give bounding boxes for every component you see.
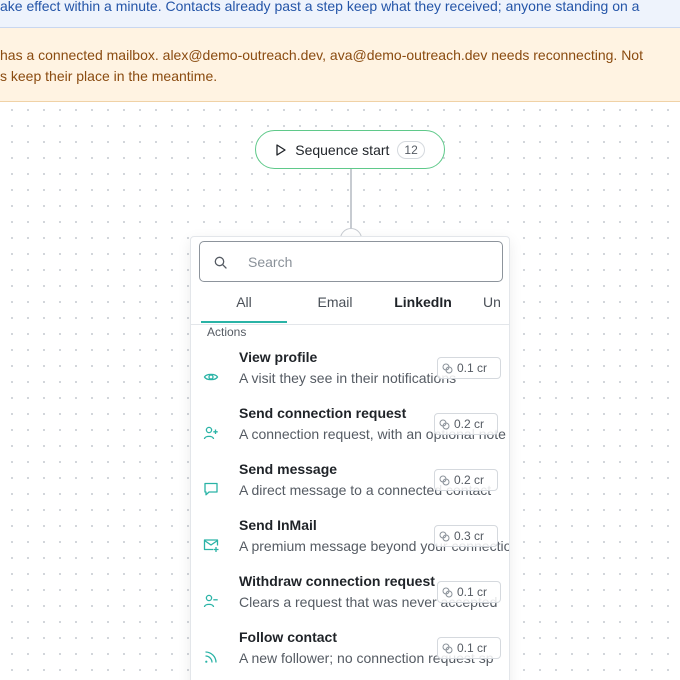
credit-icon bbox=[439, 475, 450, 485]
credit-icon bbox=[442, 587, 453, 597]
credit-cost-text: 0.1 cr bbox=[457, 585, 488, 599]
category-tabs: All Email LinkedIn Un bbox=[191, 289, 509, 325]
message-icon bbox=[204, 482, 218, 496]
credit-cost-badge: 0.1 cr bbox=[437, 357, 501, 379]
search-icon bbox=[214, 256, 227, 269]
credit-cost-text: 0.3 cr bbox=[454, 529, 485, 543]
action-title: Follow contact bbox=[239, 629, 337, 645]
user-plus-icon bbox=[203, 426, 218, 440]
credit-cost-badge: 0.2 cr bbox=[434, 413, 498, 435]
search-box[interactable] bbox=[199, 241, 503, 282]
credit-cost-text: 0.2 cr bbox=[454, 417, 485, 431]
play-icon bbox=[276, 143, 286, 156]
warning-banner-text-line1: has a connected mailbox. alex@demo-outre… bbox=[0, 47, 643, 63]
credit-icon bbox=[439, 419, 450, 429]
connector-line bbox=[350, 169, 352, 235]
eye-icon bbox=[203, 373, 219, 381]
credit-icon bbox=[442, 643, 453, 653]
action-item-follow-contact[interactable]: Follow contact A new follower; no connec… bbox=[191, 629, 509, 680]
credit-icon bbox=[442, 363, 453, 373]
warning-banner: has a connected mailbox. alex@demo-outre… bbox=[0, 28, 680, 102]
user-minus-icon bbox=[203, 594, 218, 608]
action-item-send-inmail[interactable]: Send InMail A premium message beyond you… bbox=[191, 517, 509, 573]
action-item-view-profile[interactable]: View profile A visit they see in their n… bbox=[191, 349, 509, 405]
action-title: Send connection request bbox=[239, 405, 407, 421]
credit-cost-text: 0.2 cr bbox=[454, 473, 485, 487]
action-title: Send message bbox=[239, 461, 338, 477]
section-label-actions: Actions bbox=[207, 325, 247, 339]
action-item-withdraw-connection-request[interactable]: Withdraw connection request Clears a req… bbox=[191, 573, 509, 629]
credit-cost-badge: 0.3 cr bbox=[434, 525, 498, 547]
action-title: Send InMail bbox=[239, 517, 317, 533]
contact-count-badge: 12 bbox=[397, 140, 425, 159]
info-banner-text: ake effect within a minute. Contacts alr… bbox=[0, 0, 640, 14]
tab-un[interactable]: Un bbox=[483, 289, 507, 323]
sequence-start-label: Sequence start bbox=[295, 141, 390, 158]
credit-icon bbox=[439, 531, 450, 541]
credit-cost-badge: 0.2 cr bbox=[434, 469, 498, 491]
search-input[interactable] bbox=[248, 252, 488, 272]
action-item-send-message[interactable]: Send message A direct message to a conne… bbox=[191, 461, 509, 517]
warning-banner-text-line2: s keep their place in the meantime. bbox=[0, 68, 218, 84]
credit-cost-badge: 0.1 cr bbox=[437, 581, 501, 603]
credit-cost-text: 0.1 cr bbox=[457, 361, 488, 375]
sequence-start-node[interactable]: Sequence start 12 bbox=[255, 130, 445, 169]
action-item-send-connection-request[interactable]: Send connection request A connection req… bbox=[191, 405, 509, 461]
step-picker-panel: All Email LinkedIn Un Actions View profi… bbox=[190, 236, 510, 680]
credit-cost-badge: 0.1 cr bbox=[437, 637, 501, 659]
rss-icon bbox=[205, 651, 217, 663]
action-title: Withdraw connection request bbox=[239, 573, 435, 589]
credit-cost-text: 0.1 cr bbox=[457, 641, 488, 655]
mail-plus-icon bbox=[203, 539, 219, 552]
tab-all[interactable]: All bbox=[201, 289, 287, 323]
tab-linkedin[interactable]: LinkedIn bbox=[387, 289, 459, 323]
info-banner: ake effect within a minute. Contacts alr… bbox=[0, 0, 680, 28]
action-title: View profile bbox=[239, 349, 318, 365]
tab-email[interactable]: Email bbox=[295, 289, 375, 323]
